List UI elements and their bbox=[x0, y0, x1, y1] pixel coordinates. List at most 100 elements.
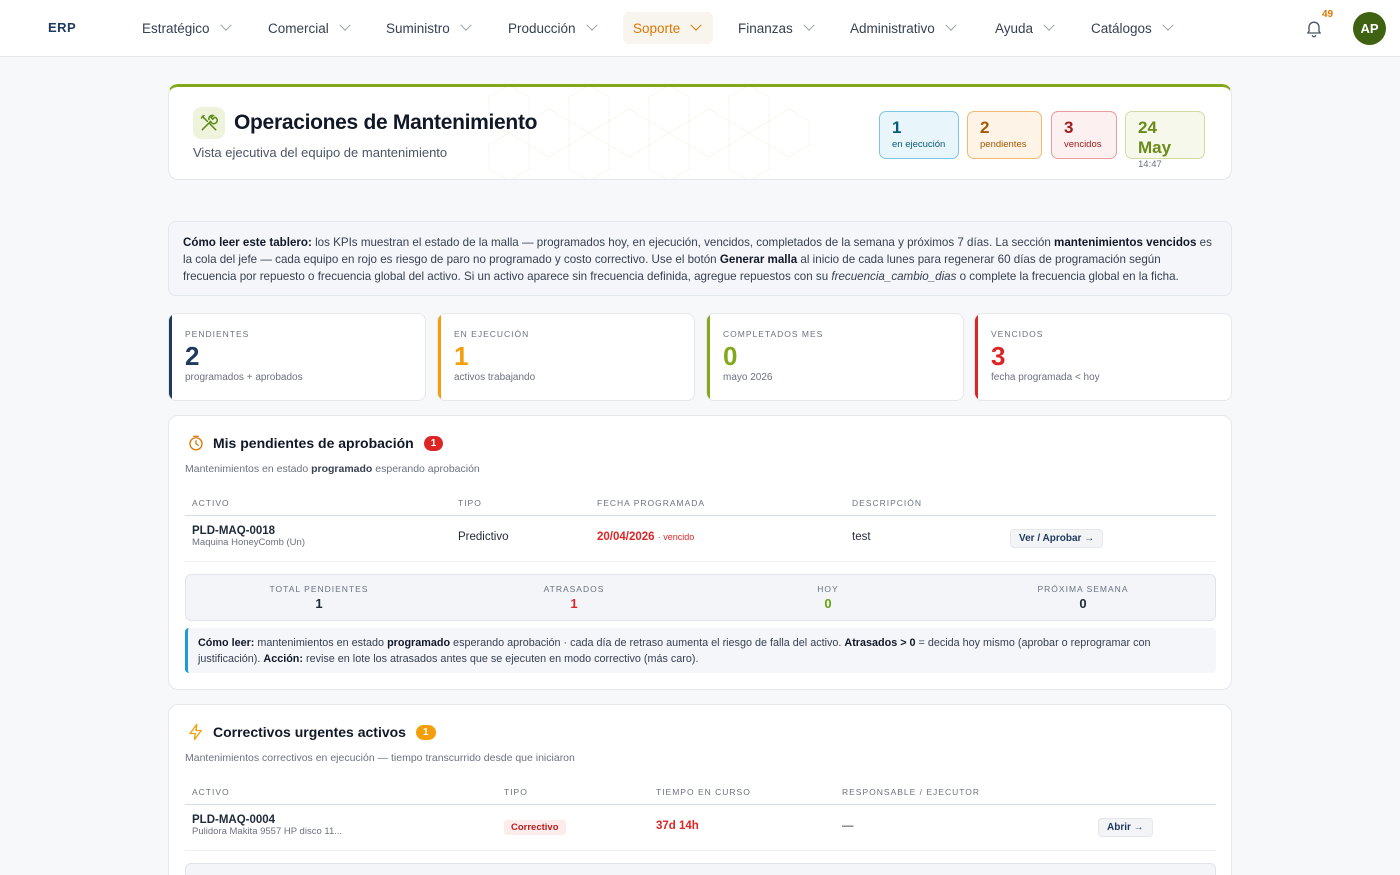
scheduled-date: 20/04/2026 bbox=[597, 531, 655, 543]
kpi-sub: mayo 2026 bbox=[723, 372, 773, 383]
pill-value: 3 bbox=[1064, 118, 1074, 137]
table-header: ACTIVO TIPO FECHA PROGRAMADA DESCRIPCIÓN bbox=[185, 490, 1216, 516]
description-cell: test bbox=[852, 531, 871, 543]
nav-label: Catálogos bbox=[1091, 20, 1152, 36]
column-header: TIEMPO EN CURSO bbox=[656, 787, 751, 797]
chevron-down-icon bbox=[585, 19, 598, 31]
nav-label: Soporte bbox=[633, 20, 681, 36]
note-bold: programado bbox=[387, 637, 451, 649]
pill-label: en ejecución bbox=[892, 139, 946, 150]
notification-count: 49 bbox=[1322, 9, 1334, 20]
note-text: revise en lote los atrasados antes que s… bbox=[303, 653, 699, 665]
column-header: ACTIVO bbox=[192, 787, 230, 797]
help-text: los KPIs muestran el estado de la malla … bbox=[311, 236, 1055, 249]
lightning-icon bbox=[189, 723, 202, 741]
pending-pill: 2 pendientes bbox=[967, 111, 1042, 159]
kpi-value: 2 bbox=[185, 341, 200, 371]
kpi-sub: programados + aprobados bbox=[185, 372, 303, 383]
page-title: Operaciones de Mantenimiento bbox=[234, 111, 538, 134]
chevron-down-icon bbox=[219, 19, 232, 31]
section-title: Correctivos urgentes activos bbox=[213, 724, 406, 740]
note-bold: Cómo leer: bbox=[198, 637, 255, 649]
nav-item-finanzas[interactable]: Finanzas bbox=[728, 12, 823, 44]
help-lead: Cómo leer este tablero: bbox=[183, 236, 312, 249]
column-header: RESPONSABLE / EJECUTOR bbox=[842, 787, 981, 797]
note-text: esperando aprobación · cada día de retra… bbox=[450, 637, 845, 649]
table-row[interactable]: PLD-MAQ-0018 Maquina HoneyComb (Un) Pred… bbox=[185, 516, 1216, 562]
asset-cell: PLD-MAQ-0004 Pulidora Makita 9557 HP dis… bbox=[192, 814, 342, 837]
nav-label: Administrativo bbox=[850, 20, 935, 36]
type-cell: Predictivo bbox=[458, 531, 509, 543]
nav-label: Estratégico bbox=[142, 20, 210, 36]
open-button[interactable]: Abrir → bbox=[1098, 818, 1153, 837]
brand-logo[interactable]: ERP bbox=[48, 20, 76, 35]
column-header: DESCRIPCIÓN bbox=[852, 498, 923, 508]
asset-cell: PLD-MAQ-0018 Maquina HoneyComb (Un) bbox=[192, 525, 305, 548]
kpi-sub: fecha programada < hoy bbox=[991, 372, 1100, 383]
stat-label: TOTAL PENDIENTES bbox=[269, 584, 369, 594]
nav-item-comercial[interactable]: Comercial bbox=[258, 12, 359, 44]
chevron-down-icon bbox=[460, 19, 472, 31]
help-text: o complete la frecuencia global en la fi… bbox=[956, 270, 1179, 283]
kpi-value: 0 bbox=[723, 341, 738, 371]
asset-name: Pulidora Makita 9557 HP disco 11... bbox=[192, 826, 343, 837]
asset-code: PLD-MAQ-0018 bbox=[192, 525, 276, 537]
pill-label: vencidos bbox=[1064, 139, 1102, 150]
stat-next-week: PRÓXIMA SEMANA 0 bbox=[1003, 584, 1163, 611]
nav-item-administrativo[interactable]: Administrativo bbox=[840, 12, 965, 44]
kpi-label: VENCIDOS bbox=[991, 329, 1044, 339]
desc-text: Mantenimientos en estado bbox=[185, 463, 312, 475]
type-badge: Correctivo bbox=[504, 820, 566, 835]
date-pill: 24 May 14:47 bbox=[1125, 111, 1205, 170]
column-header: ACTIVO bbox=[192, 498, 230, 508]
asset-name: Maquina HoneyComb (Un) bbox=[192, 537, 305, 548]
overdue-pill: 3 vencidos bbox=[1051, 111, 1117, 159]
asset-code: PLD-MAQ-0004 bbox=[192, 814, 276, 826]
kpi-card-pending[interactable]: PENDIENTES 2 programados + aprobados bbox=[168, 313, 426, 401]
help-bold: mantenimientos vencidos bbox=[1054, 236, 1197, 249]
nav-item-catalogos[interactable]: Catálogos bbox=[1081, 12, 1182, 44]
pending-approvals-section: Mis pendientes de aprobación 1 Mantenimi… bbox=[168, 415, 1232, 690]
stat-value: 1 bbox=[570, 596, 578, 611]
approvals-summary: TOTAL PENDIENTES 1 ATRASADOS 1 HOY 0 PRÓXIM… bbox=[185, 574, 1216, 621]
kpi-label: COMPLETADOS MES bbox=[723, 329, 824, 339]
how-to-read-note: Cómo leer: mantenimientos en estado prog… bbox=[185, 628, 1216, 673]
time-value: 14:47 bbox=[1138, 159, 1162, 170]
kpi-card-overdue[interactable]: VENCIDOS 3 fecha programada < hoy bbox=[974, 313, 1232, 401]
page-subtitle: Vista ejecutiva del equipo de mantenimie… bbox=[193, 145, 448, 160]
nav-item-soporte[interactable]: Soporte bbox=[623, 12, 713, 44]
nav-label: Suministro bbox=[386, 20, 450, 36]
avatar[interactable]: AP bbox=[1353, 12, 1386, 45]
help-bold: Generar malla bbox=[719, 253, 798, 266]
table-row[interactable]: PLD-MAQ-0004 Pulidora Makita 9557 HP dis… bbox=[185, 805, 1216, 851]
kpi-card-running[interactable]: EN EJECUCIÓN 1 activos trabajando bbox=[437, 313, 695, 401]
stat-label: PRÓXIMA SEMANA bbox=[1037, 584, 1129, 594]
note-bold: Atrasados > 0 bbox=[844, 637, 916, 649]
stat-label: ATRASADOS bbox=[543, 584, 605, 594]
count-badge: 1 bbox=[415, 724, 436, 740]
tools-icon bbox=[193, 107, 225, 139]
owner-cell: — bbox=[842, 820, 854, 832]
bell-icon[interactable] bbox=[1304, 18, 1324, 38]
nav-item-suministro[interactable]: Suministro bbox=[376, 12, 480, 44]
nav-item-produccion[interactable]: Producción bbox=[498, 12, 606, 44]
section-header: Mis pendientes de aprobación 1 bbox=[187, 434, 444, 452]
desc-bold: programado bbox=[311, 463, 373, 475]
pill-label: pendientes bbox=[980, 139, 1027, 150]
view-approve-button[interactable]: Ver / Aprobar → bbox=[1010, 529, 1104, 548]
kpi-sub: activos trabajando bbox=[454, 372, 536, 383]
header-card: Operaciones de Mantenimiento Vista ejecu… bbox=[168, 84, 1232, 180]
nav-label: Finanzas bbox=[738, 20, 793, 36]
desc-text: esperando aprobación bbox=[372, 463, 480, 475]
chevron-down-icon bbox=[339, 19, 351, 31]
kpi-card-completed[interactable]: COMPLETADOS MES 0 mayo 2026 bbox=[706, 313, 964, 401]
nav-item-estrategico[interactable]: Estratégico bbox=[132, 12, 240, 44]
nav-item-ayuda[interactable]: Ayuda bbox=[985, 12, 1063, 44]
help-italic: frecuencia_cambio_dias bbox=[831, 270, 957, 283]
stat-label: HOY bbox=[817, 584, 839, 594]
nav-label: Producción bbox=[508, 20, 576, 36]
stat-total: TOTAL PENDIENTES 1 bbox=[239, 584, 399, 611]
pill-value: 2 bbox=[980, 118, 990, 137]
pill-value: 1 bbox=[892, 118, 902, 137]
section-description: Mantenimientos correctivos en ejecución … bbox=[185, 752, 575, 764]
